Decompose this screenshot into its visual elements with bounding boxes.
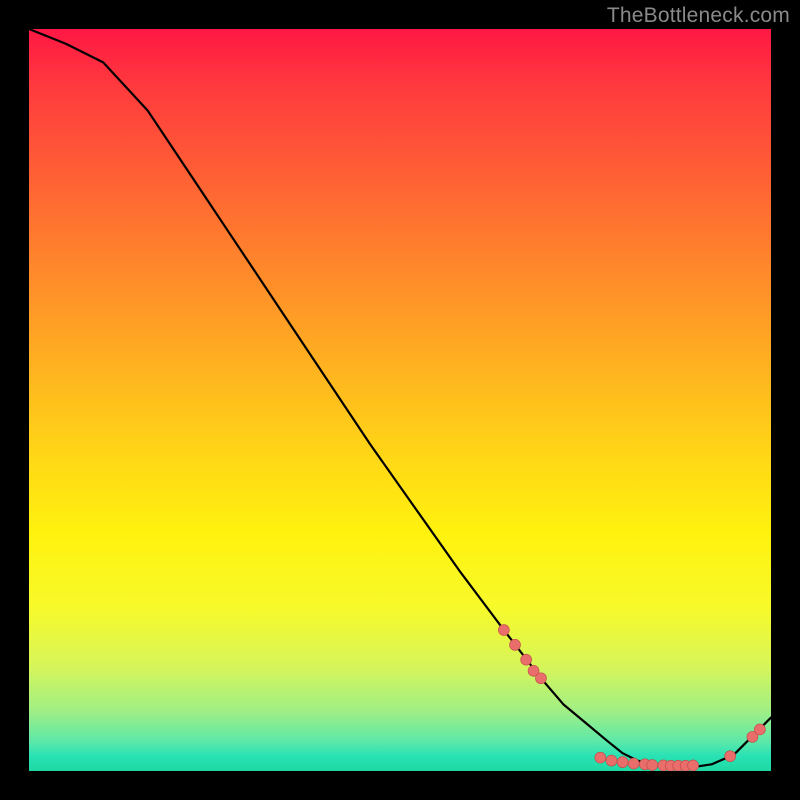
data-point — [498, 625, 509, 636]
chart-frame: TheBottleneck.com — [0, 0, 800, 800]
watermark-text: TheBottleneck.com — [607, 4, 790, 28]
data-point — [628, 758, 639, 769]
data-points-group — [498, 625, 765, 771]
data-point — [617, 757, 628, 768]
data-point — [510, 639, 521, 650]
data-point — [725, 751, 736, 762]
data-point — [595, 752, 606, 763]
data-point — [754, 724, 765, 735]
plot-outer — [29, 29, 771, 771]
data-point — [535, 673, 546, 684]
plot-area — [29, 29, 771, 771]
data-point — [606, 755, 617, 766]
curve-layer — [29, 29, 771, 771]
data-point — [688, 760, 699, 771]
bottleneck-curve — [29, 29, 771, 767]
data-point — [647, 760, 658, 771]
data-point — [521, 654, 532, 665]
